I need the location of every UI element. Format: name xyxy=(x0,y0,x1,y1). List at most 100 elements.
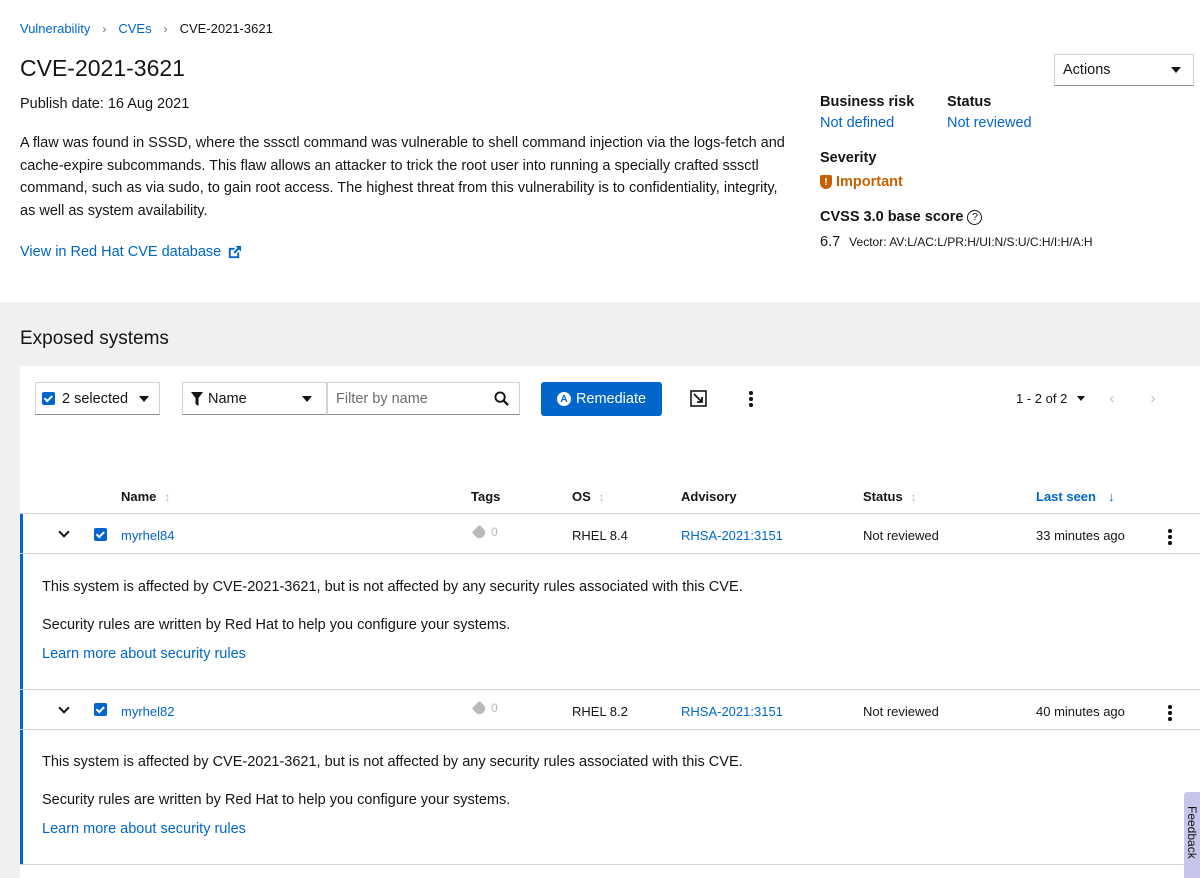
external-link-label: View in Red Hat CVE database xyxy=(20,244,222,260)
learn-more-link[interactable]: Learn more about security rules xyxy=(42,821,246,837)
advisory-link[interactable]: RHSA-2021:3151 xyxy=(681,528,783,543)
red-hat-cve-database-link[interactable]: View in Red Hat CVE database xyxy=(20,244,242,260)
status-value[interactable]: Not reviewed xyxy=(947,115,1032,131)
os-cell: RHEL 8.2 xyxy=(572,704,628,719)
caret-down-icon xyxy=(302,395,312,402)
column-advisory: Advisory xyxy=(681,489,737,504)
cvss-heading: CVSS 3.0 base score ? xyxy=(820,209,983,225)
caret-down-icon xyxy=(139,395,149,402)
sort-icon: ↕ xyxy=(910,489,917,504)
pagination: 1 - 2 of 2 ‹ › xyxy=(1016,390,1155,407)
expanded-info: Security rules are written by Red Hat to… xyxy=(42,617,511,633)
cvss-vector: Vector: AV:L/AC:L/PR:H/UI:N/S:U/C:H/I:H/… xyxy=(849,235,1093,249)
breadcrumb-vulnerability[interactable]: Vulnerability xyxy=(20,21,90,36)
row-expanded-indicator xyxy=(20,690,23,865)
system-name-link[interactable]: myrhel84 xyxy=(121,528,174,543)
system-name-link[interactable]: myrhel82 xyxy=(121,704,174,719)
tags-cell[interactable]: 0 xyxy=(471,700,498,716)
sort-descending-icon: ↓ xyxy=(1107,489,1115,504)
chevron-right-icon: › xyxy=(102,21,107,36)
tag-count: 0 xyxy=(491,525,498,539)
column-name[interactable]: Name ↕ xyxy=(121,489,170,504)
status-cell: Not reviewed xyxy=(863,704,939,719)
filter-type-dropdown[interactable]: Name xyxy=(182,382,327,415)
export-icon[interactable] xyxy=(690,390,707,407)
publish-date: Publish date: 16 Aug 2021 xyxy=(20,96,190,112)
filter-type-label: Name xyxy=(208,390,247,407)
severity-value: Important xyxy=(836,174,903,190)
row-divider xyxy=(20,689,1200,690)
status-label: Status xyxy=(947,94,992,110)
row-divider xyxy=(20,553,1200,554)
pagination-toggle[interactable]: 1 - 2 of 2 xyxy=(1016,391,1086,406)
column-tags-label: Tags xyxy=(471,489,501,504)
exposed-systems-title: Exposed systems xyxy=(20,328,169,349)
row-divider xyxy=(20,864,1200,865)
filter-icon xyxy=(191,391,203,406)
shield-exclamation-icon: ! xyxy=(820,175,832,189)
expanded-message: This system is affected by CVE-2021-3621… xyxy=(42,579,743,595)
expanded-message: This system is affected by CVE-2021-3621… xyxy=(42,754,743,770)
filter-by-name-field[interactable] xyxy=(327,382,520,415)
column-status[interactable]: Status ↕ xyxy=(863,489,917,504)
column-tags: Tags xyxy=(471,489,500,504)
column-os[interactable]: OS ↕ xyxy=(572,489,605,504)
next-page-icon[interactable]: › xyxy=(1150,390,1155,407)
column-name-label: Name xyxy=(121,489,157,504)
tags-cell[interactable]: 0 xyxy=(471,524,498,540)
bulk-select-label: 2 selected xyxy=(62,390,129,407)
row-divider xyxy=(20,729,1200,730)
bulk-select-checkbox[interactable] xyxy=(42,392,55,405)
actions-dropdown[interactable]: Actions xyxy=(1054,54,1194,86)
advisory-link[interactable]: RHSA-2021:3151 xyxy=(681,704,783,719)
cvss-label: CVSS 3.0 base score xyxy=(820,209,964,225)
status-cell: Not reviewed xyxy=(863,528,939,543)
severity-label: Severity xyxy=(820,150,877,166)
business-risk-value[interactable]: Not defined xyxy=(820,115,894,131)
caret-down-icon xyxy=(1171,67,1181,73)
bulk-select-dropdown[interactable]: 2 selected xyxy=(35,382,160,415)
filter-by-name-input[interactable] xyxy=(336,390,486,407)
cve-description: A flaw was found in SSSD, where the sssc… xyxy=(20,135,785,219)
chevron-right-icon: › xyxy=(163,21,168,36)
breadcrumb-cves[interactable]: CVEs xyxy=(118,21,151,36)
cvss-score: 6.7 xyxy=(820,234,841,250)
tag-icon xyxy=(471,524,488,540)
table-header-divider xyxy=(20,513,1200,514)
page-title: CVE-2021-3621 xyxy=(20,55,185,81)
column-last-seen[interactable]: Last seen ↓ xyxy=(1036,489,1114,504)
row-expanded-indicator xyxy=(20,514,23,689)
pagination-label: 1 - 2 of 2 xyxy=(1016,391,1068,406)
feedback-tab[interactable]: Feedback xyxy=(1184,792,1200,878)
row-kebab-icon[interactable] xyxy=(1168,705,1172,721)
learn-more-link[interactable]: Learn more about security rules xyxy=(42,646,246,662)
caret-down-icon xyxy=(1077,396,1086,401)
cvss-values: 6.7 Vector: AV:L/AC:L/PR:H/UI:N/S:U/C:H/… xyxy=(820,234,1093,250)
expanded-info: Security rules are written by Red Hat to… xyxy=(42,792,511,808)
sort-icon: ↕ xyxy=(164,489,171,504)
row-checkbox[interactable] xyxy=(94,703,107,716)
sort-icon: ↕ xyxy=(598,489,605,504)
row-kebab-icon[interactable] xyxy=(1168,529,1172,545)
breadcrumb-current: CVE-2021-3621 xyxy=(179,21,273,36)
remediate-button[interactable]: A Remediate xyxy=(541,382,662,416)
os-cell: RHEL 8.4 xyxy=(572,528,628,543)
tag-icon xyxy=(471,700,488,716)
help-icon[interactable]: ? xyxy=(967,209,983,225)
column-advisory-label: Advisory xyxy=(681,489,737,504)
remediate-label: Remediate xyxy=(575,391,647,407)
breadcrumb: Vulnerability › CVEs › CVE-2021-3621 xyxy=(20,21,273,36)
severity-badge: ! Important xyxy=(820,174,903,190)
column-status-label: Status xyxy=(863,489,903,504)
external-link-icon xyxy=(229,245,242,258)
column-last-seen-label: Last seen xyxy=(1036,489,1096,504)
feedback-label: Feedback xyxy=(1185,806,1199,859)
previous-page-icon[interactable]: ‹ xyxy=(1109,390,1114,407)
column-os-label: OS xyxy=(572,489,591,504)
search-icon[interactable] xyxy=(494,391,509,406)
row-checkbox[interactable] xyxy=(94,528,107,541)
toolbar-kebab-icon[interactable] xyxy=(749,391,753,407)
business-risk-label: Business risk xyxy=(820,94,915,110)
ansible-icon: A xyxy=(556,392,571,406)
last-seen-cell: 40 minutes ago xyxy=(1036,704,1125,719)
